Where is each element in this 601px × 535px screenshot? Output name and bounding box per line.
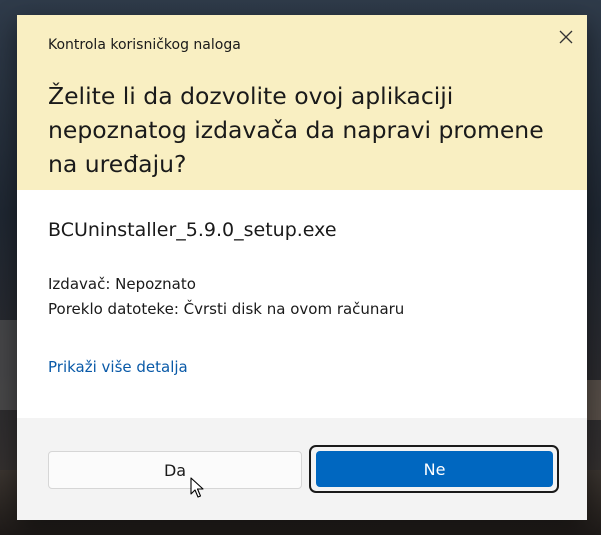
app-name: BCUninstaller_5.9.0_setup.exe [48, 219, 337, 241]
show-more-details-link[interactable]: Prikaži više detalja [48, 358, 188, 376]
close-button[interactable] [550, 21, 582, 53]
background-detail [585, 380, 601, 420]
dialog-footer: Da Ne [17, 418, 587, 520]
uac-dialog: Kontrola korisničkog naloga Želite li da… [17, 15, 587, 520]
dialog-caption: Kontrola korisničkog naloga [48, 37, 241, 53]
no-button[interactable]: Ne [316, 451, 553, 487]
dialog-header: Kontrola korisničkog naloga Želite li da… [17, 15, 587, 190]
publisher-info: Izdavač: Nepoznato [48, 275, 196, 293]
dialog-body: BCUninstaller_5.9.0_setup.exe Izdavač: N… [17, 190, 587, 418]
mouse-pointer-icon [190, 477, 204, 498]
file-origin-info: Poreklo datoteke: Čvrsti disk na ovom ra… [48, 300, 405, 318]
close-icon [559, 30, 573, 44]
dialog-question: Želite li da dozvolite ovoj aplikaciji n… [48, 82, 544, 178]
yes-button[interactable]: Da [48, 451, 302, 489]
